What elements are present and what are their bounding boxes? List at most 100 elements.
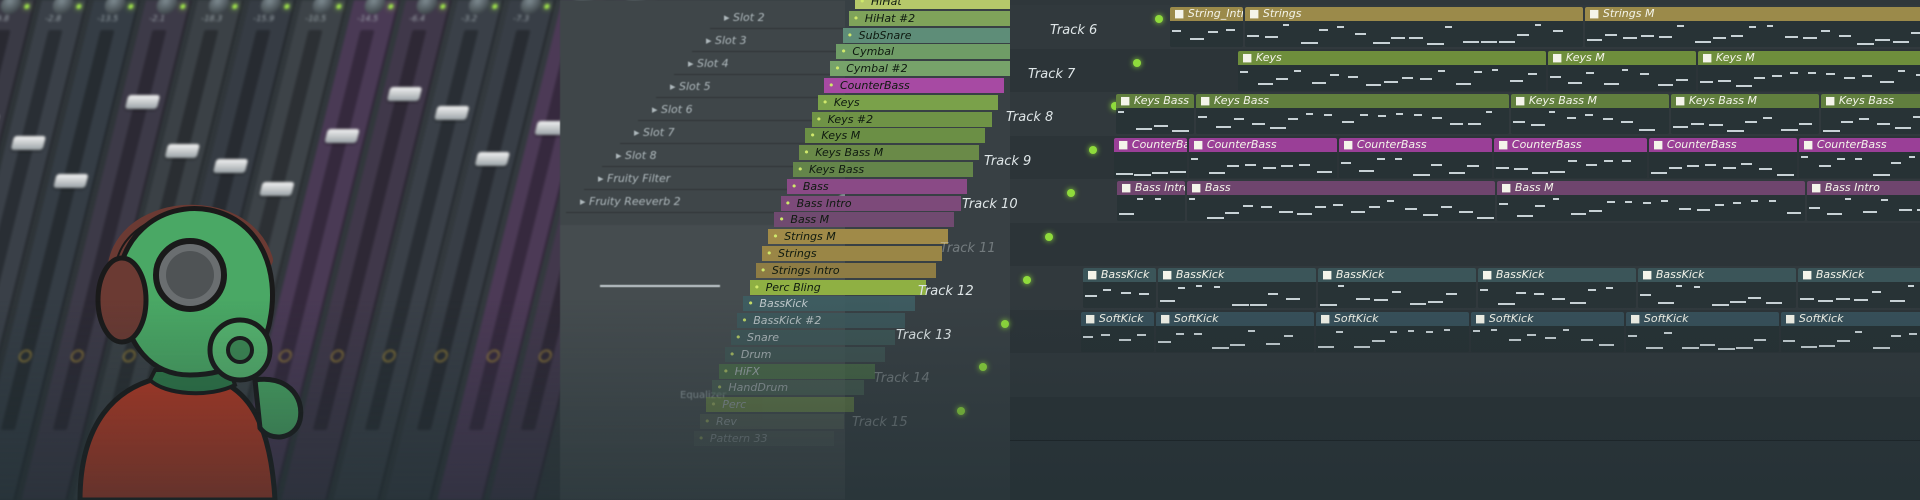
pattern-item[interactable]: Keys #2 [811, 111, 992, 127]
pattern-item[interactable]: Bass M [774, 212, 955, 228]
track-enable-led[interactable] [1089, 145, 1097, 154]
pattern-item[interactable]: Strings Intro [755, 262, 936, 278]
track-enable-led[interactable] [979, 363, 987, 371]
pattern-item[interactable]: HiHat [855, 0, 1035, 9]
track-label[interactable]: Track 10 [962, 197, 1018, 212]
pattern-clip[interactable]: ■ Keys Bass [1821, 94, 1920, 134]
mute-led[interactable] [23, 4, 31, 9]
pattern-item[interactable]: Keys M [805, 128, 986, 144]
mute-led[interactable] [335, 4, 343, 9]
pattern-clip[interactable]: ■ Keys Bass M [1671, 94, 1819, 134]
track-enable-led[interactable] [1067, 189, 1075, 197]
pattern-item[interactable]: CounterBass [824, 78, 1004, 93]
pattern-item[interactable]: HandDrum [712, 380, 865, 396]
pattern-clip[interactable]: ■ String_Intro [1170, 7, 1243, 47]
pan-knob[interactable] [102, 0, 128, 14]
playlist-track[interactable]: Track 9■ CounterBass■ CounterBass■ Count… [984, 135, 1920, 180]
pattern-clip[interactable]: ■ Strings [1245, 7, 1583, 47]
volume-fader[interactable] [434, 106, 470, 120]
pattern-clip[interactable]: ■ BassKick [1798, 268, 1920, 308]
mute-led[interactable] [491, 4, 499, 9]
pattern-clip[interactable]: ■ CounterBass [1649, 137, 1797, 178]
pattern-clip[interactable]: ■ SoftKick [1781, 311, 1920, 352]
playlist-track[interactable]: Track 15 [852, 396, 1920, 441]
track-label[interactable]: Track 11 [940, 241, 996, 256]
pan-knob[interactable] [310, 0, 336, 14]
pattern-item[interactable]: Drum [724, 346, 885, 362]
track-label[interactable]: Track 15 [852, 415, 908, 430]
track-enable-led[interactable] [1155, 15, 1163, 23]
pattern-clip[interactable]: ■ BassKick [1158, 268, 1316, 308]
pattern-clip[interactable]: ■ Keys M [1698, 50, 1920, 91]
track-label[interactable]: Track 7 [1028, 67, 1075, 82]
playlist-track[interactable]: Track 14 [874, 353, 1920, 398]
pattern-item[interactable]: Strings [762, 246, 942, 261]
pattern-item[interactable]: Snare [731, 330, 895, 345]
pattern-item[interactable]: HiFX [718, 363, 875, 379]
pattern-item[interactable]: Perc [706, 397, 855, 413]
playlist-track[interactable]: Track 6 ■ String_Intro■ Strings■ Strings … [1010, 5, 1920, 50]
pattern-item[interactable]: SubSnare [842, 27, 1023, 43]
pattern-clip[interactable]: ■ BassKick [1083, 268, 1156, 308]
pattern-clip[interactable]: ■ Bass Intro [1117, 181, 1185, 221]
track-label[interactable]: Track 13 [896, 328, 952, 343]
pattern-item[interactable]: Keys Bass [793, 162, 973, 177]
track-enable-led[interactable] [1001, 319, 1009, 328]
pan-knob[interactable] [518, 0, 544, 14]
pattern-item[interactable]: Cymbal [836, 44, 1017, 60]
pattern-item[interactable]: BassKick #2 [737, 313, 906, 329]
pattern-clip[interactable]: ■ CounterBass [1799, 137, 1920, 178]
pan-knob[interactable] [154, 0, 180, 14]
pattern-clip[interactable]: ■ Bass M [1497, 181, 1805, 221]
track-label[interactable]: Track 12 [918, 284, 974, 299]
mute-led[interactable] [283, 4, 291, 9]
track-enable-led[interactable] [1133, 58, 1141, 67]
playlist-track[interactable]: Track 13 ■ SoftKick ■ SoftKick ■ SoftKick ■ … [896, 309, 1920, 354]
track-label[interactable]: Track 8 [1006, 110, 1053, 125]
volume-fader[interactable] [10, 136, 46, 151]
pattern-clip[interactable]: ■ BassKick [1478, 268, 1636, 308]
pattern-clip[interactable]: ■ Keys Bass [1116, 94, 1194, 134]
pattern-clip[interactable]: ■ SoftKick [1316, 311, 1469, 352]
pan-knob[interactable] [466, 0, 492, 14]
pattern-clip[interactable]: ■ BassKick [1638, 268, 1796, 308]
volume-fader[interactable] [164, 144, 201, 158]
pattern-item[interactable]: Pattern 33 [693, 430, 834, 446]
pattern-clip[interactable]: ■ Strings M [1585, 7, 1920, 47]
track-label[interactable]: Track 14 [874, 371, 930, 386]
pattern-clip[interactable]: ■ SoftKick [1626, 311, 1779, 352]
pattern-item[interactable]: Rev [700, 414, 844, 429]
pattern-item[interactable]: BassKick [743, 296, 916, 312]
volume-fader[interactable] [124, 94, 161, 109]
pattern-clip[interactable]: ■ CounterBass [1494, 137, 1647, 178]
pan-knob[interactable] [0, 0, 24, 14]
volume-fader[interactable] [212, 159, 249, 174]
pattern-clip[interactable]: ■ Keys M [1548, 50, 1696, 91]
pattern-item[interactable]: HiHat #2 [848, 10, 1029, 26]
playlist-track[interactable]: Track 12 ■ BassKick ■ BassKick ■ BassKick ■ … [918, 266, 1920, 311]
pattern-clip[interactable]: ■ SoftKick [1081, 311, 1154, 352]
pattern-clip[interactable]: ■ SoftKick [1471, 311, 1624, 352]
pattern-clip[interactable]: ■ Keys Bass M [1511, 94, 1669, 134]
pattern-clip[interactable]: ■ Bass Intro [1807, 181, 1920, 221]
pattern-item[interactable]: Strings M [768, 229, 949, 245]
pattern-item[interactable]: Bass [786, 178, 967, 194]
track-label[interactable]: Track 9 [984, 154, 1031, 169]
playlist-track[interactable]: Track 11 [940, 222, 1920, 267]
pattern-item[interactable]: Bass Intro [780, 195, 961, 211]
pan-knob[interactable] [206, 0, 232, 14]
volume-fader[interactable] [474, 151, 511, 166]
pattern-item[interactable]: Keys Bass M [799, 145, 980, 161]
pan-knob[interactable] [50, 0, 76, 14]
pan-knob[interactable] [414, 0, 440, 14]
mute-led[interactable] [127, 4, 135, 9]
pattern-clip[interactable]: ■ Keys [1238, 50, 1546, 91]
volume-fader[interactable] [324, 128, 360, 143]
pattern-item[interactable]: Keys [817, 94, 998, 110]
pattern-clip[interactable]: ■ Keys Bass [1196, 94, 1509, 134]
pattern-clip[interactable]: ■ CounterBass [1339, 137, 1492, 178]
track-enable-led[interactable] [957, 406, 965, 415]
mute-led[interactable] [543, 4, 551, 9]
track-label[interactable]: Track 6 [1050, 23, 1097, 38]
mute-led[interactable] [75, 4, 83, 9]
